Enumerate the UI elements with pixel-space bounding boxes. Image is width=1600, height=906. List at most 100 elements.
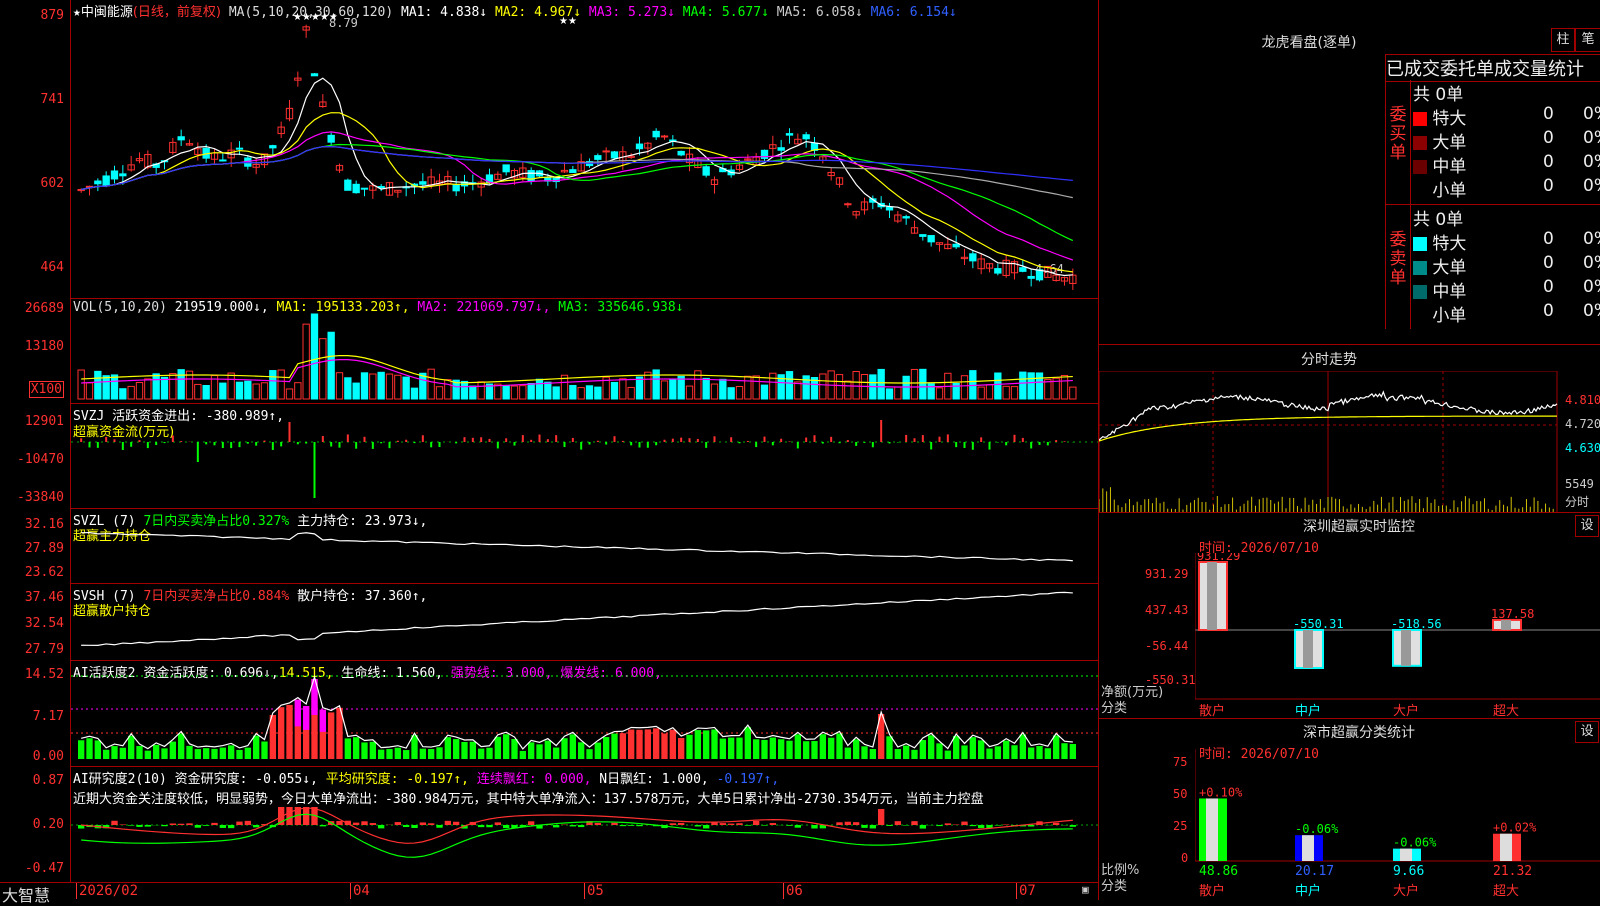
svzl-ytick: 23.62: [24, 565, 64, 580]
activity-bar: [444, 737, 451, 759]
activity-bar: [869, 749, 876, 759]
candle: [752, 152, 760, 166]
fenshi-panel[interactable]: 分时走势 4.810 4.720 4.630 5549 分时: [1099, 344, 1600, 513]
activity-bar: [119, 747, 126, 759]
row-pct: 0%: [1583, 229, 1600, 249]
activity-bar: [986, 748, 993, 759]
lhb-subtitle: 已成交委托单成交量统计: [1385, 54, 1600, 82]
vol-bar: [744, 375, 752, 400]
candle: [969, 250, 977, 269]
monitor-ytick: 931.29: [1145, 567, 1189, 581]
activity-burst-bar: [319, 709, 326, 732]
activity-bar: [411, 735, 418, 759]
classify-category: 超大: [1493, 884, 1519, 899]
candle: [902, 214, 910, 225]
vol-bar: [94, 370, 102, 400]
row-count: 0: [1543, 104, 1554, 124]
kline-svg[interactable]: [71, 0, 1099, 298]
svzj-svg[interactable]: [71, 404, 1099, 508]
svzl-svg[interactable]: [71, 509, 1099, 583]
vol-bar: [152, 373, 160, 400]
vol-bar: [535, 378, 544, 400]
svsh-panel[interactable]: SVSH (7) 7日内买卖净占比0.884% 散户持仓: 37.360↑, 超…: [70, 584, 1099, 661]
vol-bar: [652, 369, 660, 400]
buy-total: 共 0单: [1413, 85, 1464, 105]
lhb-bar-button[interactable]: 柱: [1551, 28, 1575, 52]
lhb-tick-button[interactable]: 笔: [1575, 28, 1600, 52]
vol-bar: [119, 388, 127, 400]
candle: [1002, 254, 1010, 278]
activity-bar: [886, 736, 893, 759]
candle: [994, 263, 1002, 276]
svzj-panel[interactable]: SVZJ 活跃资金进出: -380.989↑, 超赢资金流(万元): [70, 404, 1099, 509]
svsh-svg[interactable]: [71, 584, 1099, 660]
candle: [769, 135, 777, 157]
candle: [1060, 276, 1069, 286]
activity-bar: [836, 733, 843, 759]
vol-bar: [510, 385, 519, 400]
candle: [910, 220, 919, 234]
vol-bar: [435, 386, 444, 400]
svzl-panel[interactable]: SVZL (7) 7日内买卖净占比0.327% 主力持仓: 23.973↓, 超…: [70, 509, 1099, 584]
kline-ytick: 464: [40, 260, 64, 275]
monitor-bar: [1294, 629, 1324, 669]
activity-bar: [628, 729, 635, 759]
fenshi-ytick: 4.630: [1565, 441, 1600, 455]
activity-bar: [778, 739, 785, 759]
vol-bar: [660, 380, 669, 400]
activity-bar: [528, 742, 535, 759]
candle: [94, 178, 102, 192]
vol-bar: [835, 374, 844, 400]
ai1-svg[interactable]: [71, 661, 1099, 766]
activity-bar: [378, 749, 385, 759]
classify-bottom-label: 21.32: [1493, 864, 1532, 879]
left-chart-area[interactable]: ★中闽能源(日线，前复权) MA(5,10,20,30,60,120) MA1:…: [0, 0, 1099, 905]
ai-activity-panel[interactable]: AI活跃度2 资金活跃度: 0.696↓,14.515, 生命线: 1.560,…: [70, 661, 1099, 767]
vol-bar: [244, 380, 252, 400]
fenshi-svg[interactable]: [1099, 371, 1565, 513]
vol-bar: [444, 379, 452, 400]
vol-panel[interactable]: VOL(5,10,20) 219519.000↓, MA1: 195133.20…: [70, 299, 1099, 404]
activity-bar: [111, 746, 118, 759]
buy-row-m: 中单 0 0%: [1413, 152, 1600, 177]
vol-bar: [202, 384, 210, 400]
lhb-sell-rows: 共 0单 特大 0 0% 大单 0 0% 中单 0 0% 小单 0 0%: [1410, 205, 1600, 329]
vol-bar: [319, 338, 327, 400]
classify-settings-button[interactable]: 设: [1575, 721, 1599, 743]
svzl-yaxis: 32.16 27.89 23.62: [0, 509, 68, 583]
activity-bar: [678, 737, 685, 759]
activity-bar: [911, 749, 918, 759]
row-pct: 0%: [1583, 152, 1600, 172]
activity-bar: [686, 734, 693, 759]
classify-bottom-label: 48.86: [1199, 864, 1238, 879]
vol-bar: [494, 383, 502, 400]
row-name: 中单: [1432, 157, 1467, 177]
kline-panel[interactable]: ★中闽能源(日线，前复权) MA(5,10,20,30,60,120) MA1:…: [70, 0, 1099, 299]
candle: [677, 150, 685, 157]
monitor-category: 中户: [1295, 703, 1321, 719]
activity-bar: [228, 745, 235, 759]
activity-bar: [794, 734, 801, 759]
lock-icon[interactable]: ▣: [1082, 883, 1089, 896]
ai2-svg[interactable]: [71, 767, 1099, 882]
vol-svg[interactable]: [71, 299, 1099, 403]
monitor-ytick: -56.44: [1145, 639, 1189, 653]
row-count: 0: [1543, 229, 1554, 249]
candle: [977, 253, 985, 275]
monitor-settings-button[interactable]: 设: [1575, 515, 1599, 537]
candle: [852, 210, 860, 219]
activity-bar: [478, 748, 485, 759]
candle: [302, 24, 310, 38]
vol-unit-button[interactable]: X100: [28, 381, 64, 398]
vol-ytick: 26689: [24, 301, 64, 316]
vol-bar: [785, 371, 794, 400]
lhb-title: 龙虎看盘(逐单): [1261, 35, 1357, 51]
vol-bar: [419, 372, 427, 400]
activity-bar: [578, 742, 585, 759]
monitor-bar-label: 137.58: [1491, 607, 1534, 621]
ai2-ytick: 0.20: [32, 817, 64, 832]
activity-bar: [353, 737, 360, 759]
ai-research-panel[interactable]: AI研究度2(10) 资金研究度: -0.055↓, 平均研究度: -0.197…: [70, 767, 1099, 882]
activity-bar: [728, 737, 735, 759]
activity-bar: [244, 747, 251, 759]
